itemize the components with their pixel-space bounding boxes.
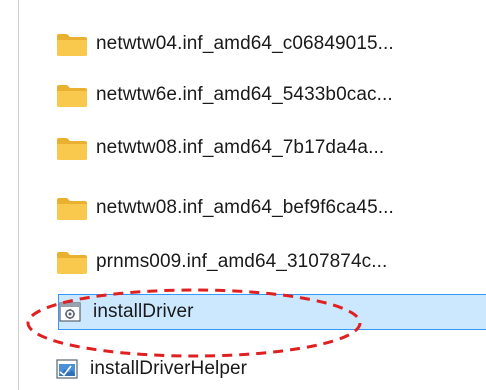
list-item[interactable]: netwtw08.inf_amd64_bef9f6ca45... — [56, 190, 486, 226]
list-item-selected[interactable]: installDriver — [58, 294, 486, 330]
file-name: installDriverHelper — [90, 358, 248, 379]
folder-icon — [56, 82, 88, 108]
file-name: netwtw08.inf_amd64_7b17da4a... — [96, 137, 385, 158]
file-name: netwtw04.inf_amd64_c06849015... — [96, 33, 394, 54]
list-item[interactable]: prnms009.inf_amd64_3107874c... — [56, 244, 486, 280]
list-item[interactable]: installDriverHelper — [56, 351, 486, 387]
folder-icon — [56, 135, 88, 161]
list-item[interactable]: netwtw6e.inf_amd64_5433b0cac... — [56, 77, 486, 113]
folder-icon — [56, 195, 88, 221]
file-list: netwtw04.inf_amd64_c06849015... netwtw6e… — [0, 0, 486, 390]
list-item[interactable]: netwtw08.inf_amd64_7b17da4a... — [56, 130, 486, 166]
batch-file-icon — [59, 299, 83, 325]
list-item[interactable]: netwtw04.inf_amd64_c06849015... — [56, 26, 486, 62]
file-name: netwtw08.inf_amd64_bef9f6ca45... — [96, 197, 394, 218]
file-name: prnms009.inf_amd64_3107874c... — [96, 251, 388, 272]
file-name: netwtw6e.inf_amd64_5433b0cac... — [96, 84, 393, 105]
folder-icon — [56, 31, 88, 57]
folder-icon — [56, 249, 88, 275]
executable-icon — [56, 356, 80, 382]
file-name: installDriver — [93, 301, 194, 322]
